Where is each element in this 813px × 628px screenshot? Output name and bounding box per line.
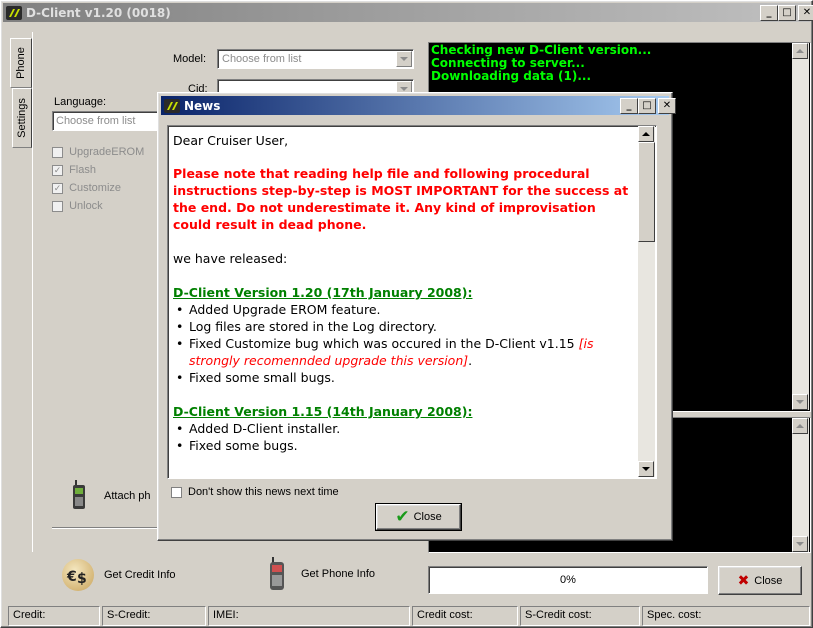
attach-phone-label: Attach ph: [104, 490, 151, 502]
maximize-button[interactable]: □: [778, 5, 796, 21]
secondary-log-scrollbar[interactable]: [792, 418, 809, 552]
minimize-button[interactable]: _: [760, 5, 778, 21]
release-heading: D-Client Version 1.15 (14th January 2008…: [173, 404, 473, 419]
news-content[interactable]: Dear Cruiser User, Please note that read…: [167, 125, 657, 479]
release-list: Added Upgrade EROM feature. Log files ar…: [173, 301, 633, 386]
list-item: Fixed some small bugs.: [176, 369, 633, 386]
phone-icon: [72, 480, 86, 510]
get-credit-button[interactable]: € $ Get Credit Info: [62, 558, 202, 592]
list-item: Added Upgrade EROM feature.: [176, 301, 633, 318]
scroll-down-button[interactable]: [792, 536, 808, 552]
language-label: Language:: [54, 96, 106, 108]
option-customize[interactable]: ✓ Customize: [52, 182, 121, 194]
minimize-button[interactable]: _: [620, 98, 638, 114]
chevron-down-icon[interactable]: [396, 51, 412, 67]
get-phone-label: Get Phone Info: [301, 568, 375, 580]
checkbox[interactable]: [52, 146, 63, 158]
news-dialog: News _ □ ✕ Dear Cruiser User, Please not…: [157, 92, 676, 541]
scroll-down-button[interactable]: [792, 394, 808, 410]
news-scrollbar[interactable]: [638, 126, 655, 477]
checkbox[interactable]: [52, 200, 63, 212]
option-upgrade-erom[interactable]: UpgradeEROM: [52, 146, 144, 158]
news-close-button[interactable]: ✔ Close: [375, 503, 462, 531]
app-logo-icon: [6, 5, 22, 20]
main-title-buttons: _ □ ✕: [760, 5, 813, 21]
news-released: we have released:: [173, 251, 288, 266]
option-flash[interactable]: ✓ Flash: [52, 164, 96, 176]
progress-bar: 0%: [428, 566, 708, 594]
release-list: Added D-Client installer. Fixed some bug…: [173, 420, 633, 454]
scroll-up-button[interactable]: [792, 43, 808, 59]
svg-text:€: €: [66, 569, 77, 585]
status-s-credit: S-Credit:: [102, 606, 206, 626]
scroll-up-button[interactable]: [638, 126, 654, 142]
progress-text: 0%: [560, 574, 576, 586]
log-scrollbar[interactable]: [792, 43, 809, 410]
tab-settings[interactable]: Settings: [12, 88, 32, 148]
status-spec-cost: Spec. cost:: [642, 606, 810, 626]
close-x-icon: ✖: [737, 572, 750, 589]
checkbox[interactable]: ✓: [52, 182, 63, 194]
dont-show-option[interactable]: Don't show this news next time: [171, 486, 339, 498]
news-title-buttons: _ □ ✕: [620, 98, 676, 114]
option-unlock[interactable]: Unlock: [52, 200, 103, 212]
list-item: Fixed some bugs.: [176, 437, 633, 454]
dont-show-label: Don't show this news next time: [188, 486, 339, 498]
scroll-up-button[interactable]: [792, 418, 808, 434]
language-select[interactable]: Choose from list: [52, 111, 172, 131]
model-select[interactable]: Choose from list: [217, 49, 414, 69]
close-window-button[interactable]: ✕: [798, 5, 813, 21]
status-credit: Credit:: [8, 606, 100, 626]
list-item: Fixed Customize bug which was occured in…: [176, 335, 633, 369]
news-greeting: Dear Cruiser User,: [173, 133, 289, 148]
scroll-down-button[interactable]: [638, 461, 654, 477]
status-credit-cost: Credit cost:: [412, 606, 518, 626]
dont-show-checkbox[interactable]: [171, 486, 182, 498]
phone-icon: [268, 557, 286, 591]
currency-exchange-icon: € $: [62, 559, 94, 591]
news-title-bar[interactable]: News: [161, 96, 669, 115]
checkmark-icon: ✔: [395, 506, 410, 527]
status-s-credit-cost: S-Credit cost:: [520, 606, 640, 626]
main-title-bar[interactable]: D-Client v1.20 (0018): [3, 3, 810, 22]
log-line: Downloading data (1)...: [431, 69, 591, 83]
status-imei: IMEI:: [208, 606, 410, 626]
news-title: News: [184, 98, 221, 113]
release-heading: D-Client Version 1.20 (17th January 2008…: [173, 285, 473, 300]
app-logo-icon: [164, 98, 180, 113]
main-window-title: D-Client v1.20 (0018): [26, 5, 171, 20]
news-body: Dear Cruiser User, Please note that read…: [173, 132, 633, 454]
news-warning: Please note that reading help file and f…: [173, 166, 629, 232]
model-label: Model:: [173, 53, 207, 65]
main-close-button[interactable]: ✖ Close: [718, 566, 802, 595]
list-item: Log files are stored in the Log director…: [176, 318, 633, 335]
maximize-button[interactable]: □: [638, 98, 656, 114]
close-window-button[interactable]: ✕: [658, 98, 676, 114]
get-phone-button[interactable]: Get Phone Info: [268, 556, 408, 592]
get-credit-label: Get Credit Info: [104, 569, 176, 581]
list-item: Added D-Client installer.: [176, 420, 633, 437]
svg-text:$: $: [77, 571, 87, 587]
tab-phone[interactable]: Phone: [10, 38, 32, 88]
checkbox[interactable]: ✓: [52, 164, 63, 176]
scroll-thumb[interactable]: [638, 142, 655, 242]
